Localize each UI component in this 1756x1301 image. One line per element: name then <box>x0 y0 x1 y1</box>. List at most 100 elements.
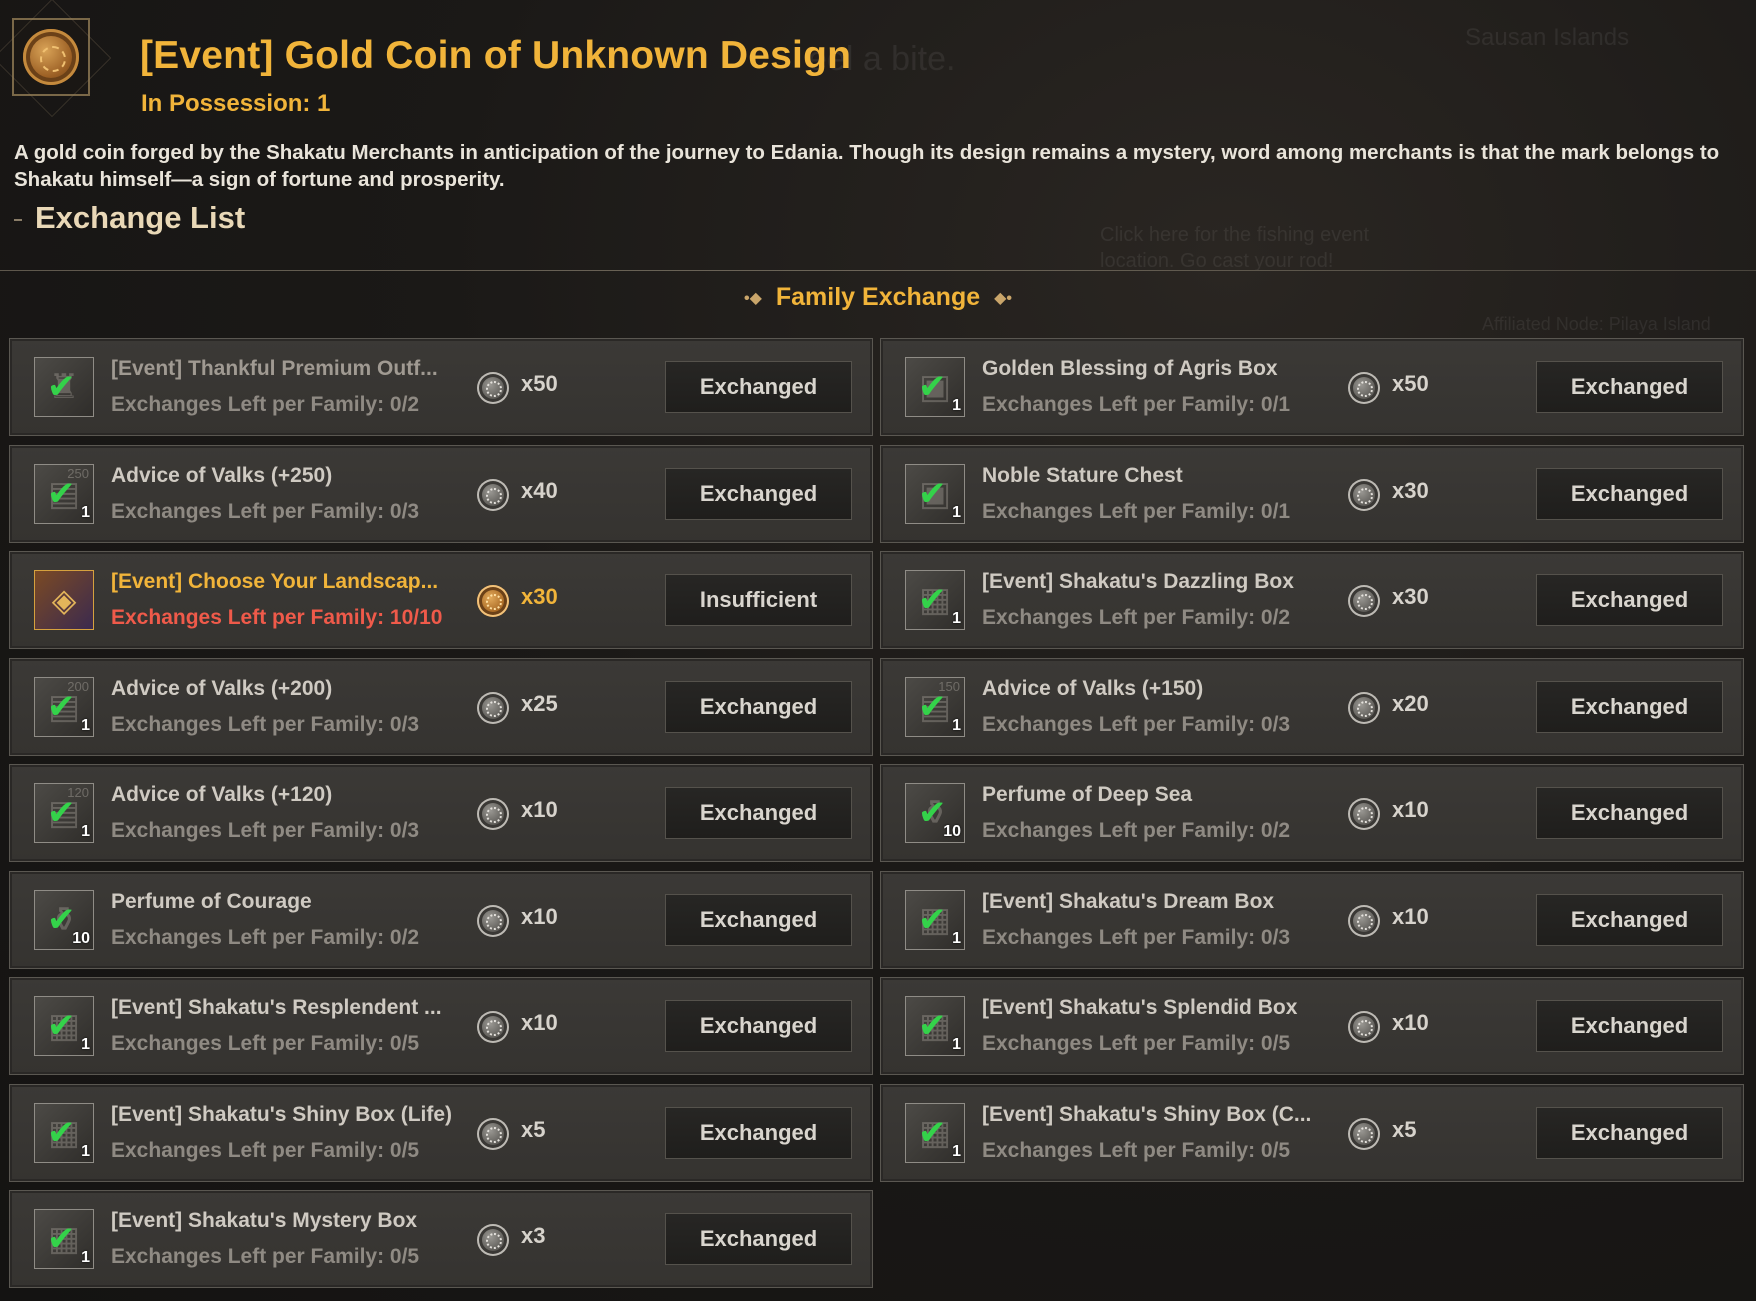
exchange-button[interactable]: Exchanged <box>1536 1106 1723 1159</box>
exchange-button[interactable]: Insufficient <box>665 574 852 626</box>
exchange-item[interactable]: ⚱ ✔ 10 Perfume of Deep Sea Exchanges Left pe… <box>880 764 1744 862</box>
exchange-item[interactable]: ▦ ✔ 1 [Event] Shakatu's Shiny Box (C... Exch… <box>880 1083 1744 1182</box>
exchange-button[interactable]: Exchanged <box>665 1106 852 1159</box>
coin-cost-icon <box>477 372 509 404</box>
box-icon[interactable]: ▦ ✔ 1 <box>34 1102 94 1163</box>
exchange-button[interactable]: Exchanged <box>1536 574 1723 626</box>
coin-cost-icon <box>477 904 509 937</box>
item-cost: x5 <box>1392 1116 1417 1142</box>
divider <box>0 270 1756 271</box>
item-cost: x3 <box>521 1223 546 1248</box>
box-icon[interactable]: ▦ ✔ 1 <box>905 570 965 630</box>
book-icon[interactable]: ▤ 120 ✔ 1 <box>34 783 94 843</box>
exchange-item[interactable]: ♜ ✔ [Event] Thankful Premium Outf... Exchan… <box>9 338 873 436</box>
exchange-button[interactable]: Exchanged <box>665 1000 852 1052</box>
exchange-button[interactable]: Exchanged <box>1536 893 1723 946</box>
checkmark-icon: ✔ <box>918 474 947 513</box>
item-name: [Event] Choose Your Landscap... <box>111 570 439 593</box>
exchange-item[interactable]: ▦ ✔ 1 [Event] Shakatu's Dazzling Box Exchang… <box>880 551 1744 649</box>
item-description: A gold coin forged by the Shakatu Mercha… <box>14 141 1720 191</box>
box-icon[interactable]: ▦ ✔ 1 <box>34 1209 94 1269</box>
box-icon[interactable]: ▦ ✔ 1 <box>34 996 94 1056</box>
item-quantity: 1 <box>81 716 90 734</box>
checkmark-icon: ✔ <box>918 1007 947 1045</box>
exchange-button[interactable]: Exchanged <box>1536 680 1723 733</box>
exchanges-left: Exchanges Left per Family: 0/1 <box>982 393 1291 416</box>
perfume-icon[interactable]: ⚱ ✔ 10 <box>34 889 94 950</box>
chest-icon[interactable]: ▣ ✔ 1 <box>905 463 965 524</box>
exchange-item[interactable]: ▦ ✔ 1 [Event] Shakatu's Splendid Box Exchang… <box>880 977 1744 1075</box>
perfume-icon[interactable]: ⚱ ✔ 10 <box>905 783 965 843</box>
exchange-item[interactable]: ▤ 200 ✔ 1 Advice of Valks (+200) Exchanges Le… <box>9 657 873 756</box>
exchange-item[interactable]: ▦ ✔ 1 [Event] Shakatu's Shiny Box (Life) Exc… <box>9 1083 873 1182</box>
item-quantity: 1 <box>952 610 961 627</box>
item-name: [Event] Shakatu's Dazzling Box <box>982 570 1294 593</box>
coin-cost-icon <box>1348 478 1380 511</box>
exchange-item[interactable]: ◈ [Event] Choose Your Landscap... Exchange… <box>9 551 873 649</box>
item-cost: x30 <box>1392 477 1429 503</box>
item-quantity: 1 <box>952 1036 961 1053</box>
exchange-button[interactable]: Exchanged <box>665 467 852 520</box>
item-name: Golden Blessing of Agris Box <box>982 357 1278 380</box>
outfit-icon[interactable]: ♜ ✔ <box>34 357 94 417</box>
exchange-button[interactable]: Exchanged <box>1536 467 1723 520</box>
box-icon[interactable]: ▦ ✔ 1 <box>905 996 965 1056</box>
family-exchange-header: •◆ Family Exchange ◆• <box>0 283 1756 312</box>
item-name: [Event] Shakatu's Dream Box <box>982 889 1275 913</box>
exchange-list-title: Exchange List <box>35 200 246 235</box>
checkmark-icon: ✔ <box>47 1007 76 1045</box>
exchange-button[interactable]: Exchanged <box>665 361 852 413</box>
coin-cost-icon <box>477 798 509 830</box>
exchange-item[interactable]: ▤ 120 ✔ 1 Advice of Valks (+120) Exchanges Le… <box>9 764 873 862</box>
coin-cost-icon <box>477 1011 509 1043</box>
item-quantity: 10 <box>72 929 90 947</box>
item-glyph: ◈ <box>51 582 77 618</box>
exchange-button[interactable]: Exchanged <box>665 680 852 733</box>
collapse-dash[interactable] <box>14 219 22 221</box>
exchange-item[interactable]: ▣ ✔ 1 Golden Blessing of Agris Box Exchanges… <box>880 338 1744 436</box>
book-icon[interactable]: ▤ 150 ✔ 1 <box>905 676 965 737</box>
book-icon[interactable]: ▤ 250 ✔ 1 <box>34 463 94 524</box>
exchange-item[interactable]: ▦ ✔ 1 [Event] Shakatu's Resplendent ... Exch… <box>9 977 873 1075</box>
item-header: [Event] Gold Coin of Unknown Design In P… <box>0 0 1756 280</box>
treasure-chest-icon[interactable]: ◈ <box>34 570 94 630</box>
item-quantity: 1 <box>81 1249 90 1266</box>
item-cost: x20 <box>1392 690 1429 716</box>
exchanges-left: Exchanges Left per Family: 10/10 <box>111 606 443 629</box>
item-name: Advice of Valks (+120) <box>111 783 333 806</box>
chest-icon[interactable]: ▣ ✔ 1 <box>905 357 965 417</box>
exchange-button[interactable]: Exchanged <box>1536 361 1723 413</box>
item-cost: x10 <box>1392 797 1429 822</box>
item-cost: x10 <box>1392 903 1429 929</box>
exchange-button[interactable]: Exchanged <box>1536 787 1723 839</box>
checkmark-icon: ✔ <box>47 474 76 513</box>
checkmark-icon: ✔ <box>918 687 947 726</box>
item-quantity: 1 <box>81 1142 90 1160</box>
item-name: Advice of Valks (+200) <box>111 676 333 700</box>
exchange-button[interactable]: Exchanged <box>665 893 852 946</box>
exchanges-left: Exchanges Left per Family: 0/5 <box>111 1138 420 1162</box>
item-cost: x5 <box>521 1116 546 1142</box>
book-icon[interactable]: ▤ 200 ✔ 1 <box>34 676 94 737</box>
exchange-item[interactable]: ▦ ✔ 1 [Event] Shakatu's Dream Box Exchanges … <box>880 870 1744 969</box>
exchange-item[interactable]: ⚱ ✔ 10 Perfume of Courage Exchanges Left per… <box>9 870 873 969</box>
exchange-item[interactable]: ▦ ✔ 1 [Event] Shakatu's Mystery Box Exchange… <box>9 1190 873 1288</box>
ornament-left-icon: •◆ <box>743 290 762 308</box>
exchange-item[interactable]: ▤ 150 ✔ 1 Advice of Valks (+150) Exchanges Le… <box>880 657 1744 756</box>
exchange-button[interactable]: Exchanged <box>1536 1000 1723 1052</box>
item-name: Advice of Valks (+250) <box>111 463 333 487</box>
exchange-item[interactable]: ▤ 250 ✔ 1 Advice of Valks (+250) Exchanges Le… <box>9 444 873 543</box>
box-icon[interactable]: ▦ ✔ 1 <box>905 1102 965 1163</box>
item-quantity: 1 <box>952 716 961 734</box>
item-quantity: 1 <box>952 503 961 521</box>
ornament-right-icon: ◆• <box>994 290 1013 308</box>
exchange-button[interactable]: Exchanged <box>665 1213 852 1265</box>
item-quantity: 1 <box>81 1036 90 1053</box>
box-icon[interactable]: ▦ ✔ 1 <box>905 889 965 950</box>
item-quantity: 1 <box>81 503 90 521</box>
exchanges-left: Exchanges Left per Family: 0/5 <box>982 1032 1291 1055</box>
exchange-button[interactable]: Exchanged <box>665 787 852 839</box>
exchange-item[interactable]: ▣ ✔ 1 Noble Stature Chest Exchanges Left per… <box>880 444 1744 543</box>
exchanges-left: Exchanges Left per Family: 0/3 <box>982 712 1291 736</box>
item-cost: x30 <box>521 584 558 609</box>
